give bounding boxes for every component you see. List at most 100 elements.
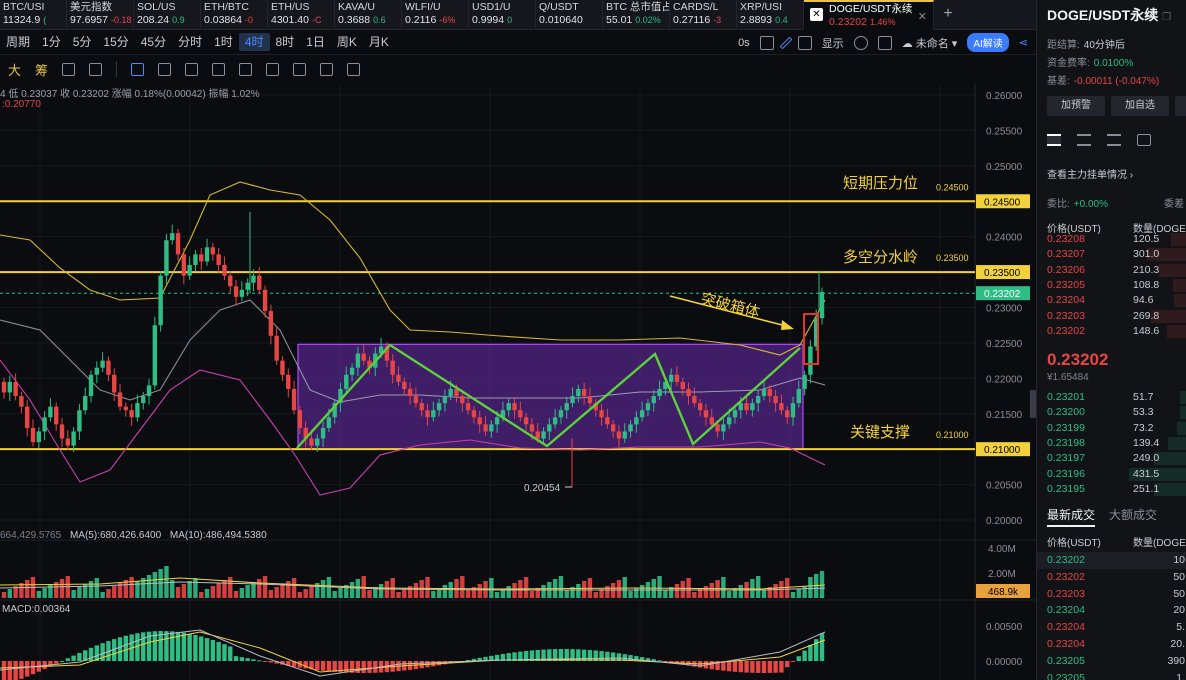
interval-option[interactable]: 4时 [238,33,270,51]
ticker-tab-active[interactable]: ✕ DOGE/USDT永续 0.23202 1.46% ✕ [804,0,934,30]
orderbook-row[interactable]: 0.23199 73.2 [1037,421,1186,436]
main-orders-link[interactable]: 查看主力挂单情况 › [1047,166,1133,181]
magnet-icon[interactable] [293,62,307,76]
ticker-tab[interactable]: SOL/US 208.24 0.9 [134,0,201,30]
add-favorite-button[interactable]: 加自选 [1111,96,1169,116]
ticker-tab[interactable]: WLFI/U 0.2116 -6% [402,0,469,30]
candle-body [320,427,326,439]
orderbook-asks-icon[interactable] [1107,134,1121,146]
pencil-icon[interactable] [779,36,793,49]
ticker-tab[interactable]: XRP/USI 2.8893 0.4 [737,0,804,30]
volume-bar [761,590,767,598]
candle-body [732,410,738,418]
candle-body [181,254,187,276]
ticker-tab[interactable]: BTC 总市值占 55.01 0.02% [603,0,670,30]
close-tab-icon[interactable]: ✕ [918,10,927,23]
ticker-tab[interactable]: Q/USDT 0.010640 [536,0,603,30]
interval-option[interactable]: 1时 [208,33,239,51]
orderbook-both-icon[interactable] [1047,134,1061,146]
ticker-tab[interactable]: ETH/US 4301.40 -C [268,0,335,30]
copy-icon[interactable]: ❐ [1162,12,1171,23]
candle-body [425,410,430,418]
orderbook-row[interactable]: 0.23204 94.6 [1037,293,1186,308]
filter-icon[interactable] [320,62,334,76]
candle-body [668,374,674,382]
measure-icon[interactable] [266,62,280,76]
ticker-tab[interactable]: ETH/BTC 0.03864 -0 [201,0,268,30]
tab-latest-trades[interactable]: 最新成交 [1047,508,1096,527]
orderbook-popout-icon[interactable] [1137,134,1151,146]
add-alert-button[interactable]: 加预警 [1047,96,1105,116]
interval-option[interactable]: 5分 [67,33,98,51]
orderbook-row[interactable]: 0.23202 148.6 [1037,324,1186,339]
interval-option[interactable]: 周K [331,33,363,51]
orderbook-row[interactable]: 0.23197 249.0 [1037,451,1186,466]
chip-button[interactable]: 筹 [35,60,48,79]
candle-body [94,367,100,375]
orderbook-row[interactable]: 0.23196 431.5 [1037,467,1186,482]
big-order-button[interactable]: 大 [8,60,21,79]
orderbook-view-tabs [1047,134,1151,146]
line-tool-icon[interactable] [158,62,172,76]
tools-icon[interactable] [89,62,103,76]
camera-icon[interactable] [759,35,774,50]
trade-qty: 1. [1176,671,1185,680]
macd-legend: MACD:0.00364 [2,604,71,615]
orderbook-row[interactable]: 0.23207 301.0 [1037,247,1186,262]
volume-bar [465,590,471,598]
settings-icon[interactable] [853,35,868,50]
tab-large-trades[interactable]: 大额成交 [1109,508,1157,522]
orderbook-row[interactable]: 0.23203 269.8 [1037,309,1186,324]
candle-body [390,360,395,375]
more-button[interactable] [1175,96,1186,116]
candle-body [750,403,755,411]
indicator-icon[interactable] [62,62,76,76]
interval-option[interactable]: 周期 [0,33,36,51]
pattern-icon[interactable] [212,62,226,76]
interval-option[interactable]: 分时 [172,33,208,51]
interval-option[interactable]: 1分 [36,33,67,51]
fullscreen-icon[interactable] [877,35,892,50]
interval-option[interactable]: 月K [363,33,395,51]
candlestick-chart[interactable]: 0.26000 0.25500 0.25000 0.24500 0.24000 0.235… [0,83,1036,680]
orderbook-row[interactable]: 0.23201 51.7 [1037,390,1186,405]
orderbook-bids-icon[interactable] [1077,134,1091,146]
orderbook-row[interactable]: 0.23205 108.8 [1037,278,1186,293]
orderbook-row[interactable]: 0.23195 251.1 [1037,482,1186,497]
orderbook-row[interactable]: 0.23200 53.3 [1037,405,1186,420]
add-tab-button[interactable]: + [934,0,962,30]
volume-bar [291,578,297,598]
interval-option[interactable]: 8时 [270,33,301,51]
display-button[interactable]: 显示 [822,35,844,51]
macd-histogram-bar [222,644,227,661]
layout-icon[interactable] [797,35,812,50]
text-tool-icon[interactable] [239,62,253,76]
interval-option[interactable]: 45分 [135,33,172,51]
orderbook-qty: 120.5 [1133,233,1160,245]
ticker-price: 208.24 [137,14,170,26]
ticker-name: KAVA/U [338,1,375,13]
trash-icon[interactable] [347,62,361,76]
orderbook-row[interactable]: 0.23208 120.5 [1037,232,1186,247]
ticker-tab[interactable]: KAVA/U 0.3688 0.6 [335,0,402,30]
share-icon[interactable]: ⋖ [1019,36,1028,49]
candle-body [158,275,163,326]
depth-bar [1174,294,1186,308]
ticker-tab[interactable]: 美元指数 97.6957 -0.18 [67,0,134,30]
volume-bar [262,576,268,598]
depth-bar [1158,263,1186,277]
orderbook-row[interactable]: 0.23198 139.4 [1037,436,1186,451]
cloud-layout-button[interactable]: ☁ 未命名 ▾ [902,35,958,51]
volume-bar [663,590,668,598]
ticker-tab[interactable]: USD1/U 0.9994 0 [469,0,536,30]
interval-option[interactable]: 1日 [300,33,331,51]
interval-option[interactable]: 15分 [97,33,134,51]
cursor-icon[interactable] [131,62,145,76]
orderbook-row[interactable]: 0.23206 210.3 [1037,263,1186,278]
volume-bar [442,585,448,598]
brush-icon[interactable] [185,62,199,76]
ticker-change: -0 [244,15,253,25]
ai-analysis-button[interactable]: AI解读 [967,33,1009,52]
ticker-tab[interactable]: BTC/USI 11324.9( [0,0,67,30]
ticker-tab[interactable]: CARDS/L 0.27116 -3 [670,0,737,30]
